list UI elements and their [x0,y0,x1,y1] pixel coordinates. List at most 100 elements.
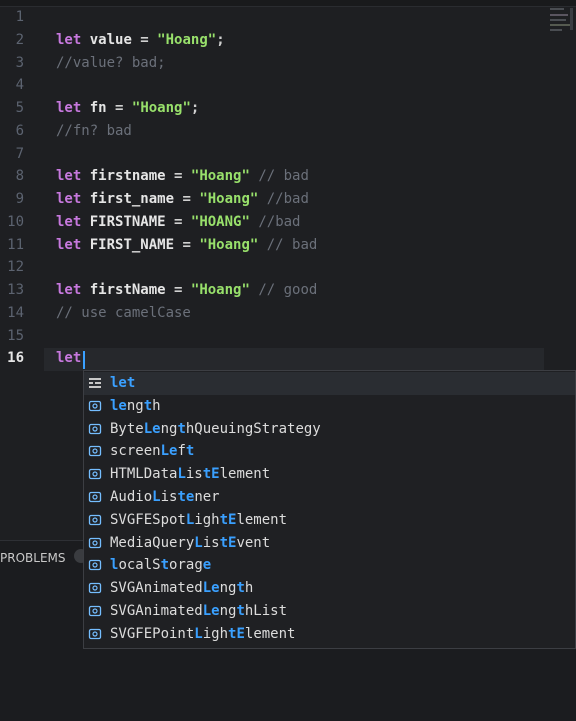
label-text: lement [219,466,271,483]
suggestion-item[interactable]: SVGAnimatedLengthList [84,600,575,623]
code-text: let FIRSTNAME = "HOANG" //bad [56,211,300,234]
code-line[interactable]: 1 [0,6,576,29]
line-number: 1 [15,9,24,25]
code-token: //fn? bad [56,122,132,139]
code-line[interactable]: 6 //fn? bad [0,120,576,143]
suggestion-item[interactable]: ByteLengthQueuingStrategy [84,418,575,441]
line-number: 15 [7,327,24,344]
suggestion-item[interactable]: let [84,372,575,395]
match-highlight: t [177,420,186,437]
label-text: lement [236,511,288,528]
suggestion-item[interactable]: screenLeft [84,440,575,463]
match-highlight: tE [219,534,237,551]
line-number: 12 [7,259,24,276]
match-highlight: t [236,580,245,597]
code-token: let [56,350,82,367]
label-text: SVGAnimated [110,580,203,597]
suggestion-label: AudioListener [110,486,220,509]
match-highlight: e [202,557,212,574]
variable-icon [88,628,102,639]
code-token: let [56,191,82,207]
suggestion-item[interactable]: AudioListener [84,486,575,509]
code-line[interactable]: 8 let firstname = "Hoang" // bad [0,165,576,188]
code-token: FIRST_NAME [81,236,175,253]
match-highlight: tE [228,625,245,642]
code-line[interactable]: 11 let FIRST_NAME = "Hoang" // bad [0,234,576,257]
code-token: let [56,168,82,185]
code-line[interactable]: 7 [0,143,576,166]
suggestion-item[interactable]: SVGAnimatedLength [84,577,575,600]
code-token: // bad [249,168,309,185]
suggestion-label: SVGAnimatedLength [110,577,253,600]
variable-icon [88,514,102,525]
label-text: is [202,534,220,551]
suggestion-label: let [110,372,135,395]
suggestion-item[interactable]: MediaQueryListEvent [84,532,575,555]
code-text: //fn? bad [56,120,132,143]
code-token: // bad [258,236,318,253]
label-text: igh [202,625,229,642]
line-number: 14 [7,304,24,321]
code-token: = [174,236,200,253]
suggestion-label: length [110,395,161,418]
suggestion-label: screenLeft [110,440,194,463]
code-token: "Hoang" [190,168,250,185]
code-line[interactable]: 9 let first_name = "Hoang" //bad [0,188,576,211]
suggestion-item[interactable]: length [84,395,575,418]
variable-icon [88,491,102,503]
suggestion-item[interactable]: localStorage [84,554,575,577]
code-token: //bad [249,213,301,230]
match-highlight: Le [160,443,178,460]
code-text: let FIRST_NAME = "Hoang" // bad [56,234,317,257]
suggestion-item[interactable]: SVGFESpotLightElement [84,509,575,532]
suggestion-item[interactable]: HTMLDataListElement [84,463,575,486]
line-number: 8 [15,168,24,185]
keyword-snippet-icon [89,378,101,388]
line-number: 6 [15,122,24,139]
label-text: orag [169,557,203,574]
suggestion-label: ByteLengthQueuingStrategy [110,418,321,441]
code-text: let firstname = "Hoang" // bad [56,165,309,188]
code-token: fn [81,100,107,116]
code-line[interactable]: 4 [0,74,576,97]
label-text: ng [126,397,144,414]
code-line[interactable]: 2 let value = "Hoang"; [0,29,576,52]
suggestion-label: HTMLDataListElement [110,463,270,486]
match-highlight: t [160,557,170,574]
match-highlight: let [110,375,136,391]
code-token: ; [190,100,200,116]
code-token: let [56,282,82,298]
code-line[interactable]: 13 let firstName = "Hoang" // good [0,279,576,302]
code-line[interactable]: 14 // use camelCase [0,302,576,325]
code-line[interactable]: 16 let [0,347,576,370]
label-text: SVGAnimated [110,603,203,619]
label-text: ocalS [118,557,161,574]
code-line[interactable]: 10 let FIRSTNAME = "HOANG" //bad [0,211,576,234]
code-token: "Hoang" [199,236,259,253]
code-line[interactable]: 3 //value? bad; [0,52,576,75]
label-text: ng [219,603,237,619]
label-text: hQueuingStrategy [185,420,321,437]
match-highlight: t [143,397,153,414]
match-highlight: t [236,603,245,619]
suggestion-label: SVGAnimatedLengthList [110,600,287,623]
label-text: hList [244,603,288,619]
code-line[interactable]: 15 [0,325,576,348]
autocomplete-suggestions[interactable]: let length ByteLengthQueuingStrategy screen… [83,370,576,649]
code-token: let [56,100,82,116]
variable-icon [88,400,102,411]
suggestion-item[interactable]: SVGFEPointLightElement [84,623,575,646]
tab-problems[interactable]: PROBLEMS [0,551,66,565]
code-text: let fn = "Hoang"; [56,97,199,120]
code-text: let [56,347,81,370]
label-text: Byte [110,420,144,437]
label-text: SVGFESpot [110,511,186,528]
code-line[interactable]: 5 let fn = "Hoang"; [0,97,576,120]
match-highlight: L [152,489,161,505]
label-text: h [152,397,161,414]
line-number: 7 [15,145,24,162]
code-line[interactable]: 12 [0,256,576,279]
line-number: 10 [7,213,24,230]
code-token: "Hoang" [199,191,259,207]
code-token: //bad [258,191,309,207]
